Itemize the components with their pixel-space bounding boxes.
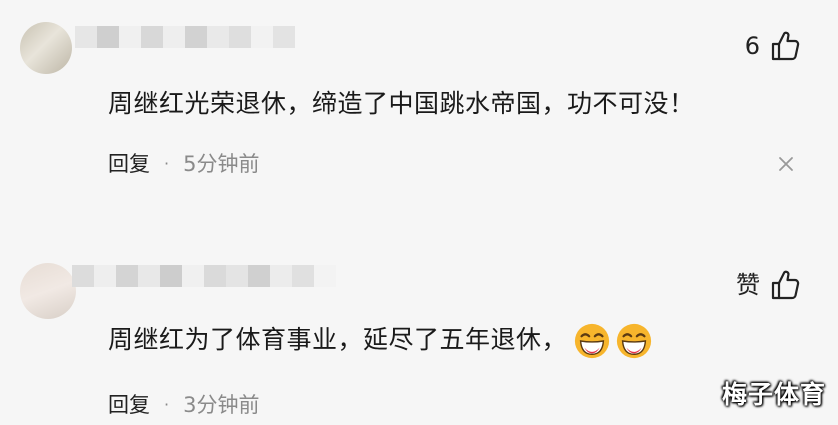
like-button[interactable]: 6: [745, 30, 800, 62]
username-blur-block: [273, 26, 295, 48]
laughing-emoji-icon: [616, 323, 652, 359]
username-blur-block: [292, 265, 314, 287]
separator-dot: ·: [164, 395, 170, 414]
username-blur-block: [248, 265, 270, 287]
username-blur-block: [314, 265, 336, 287]
comment-time: 3分钟前: [183, 393, 260, 417]
avatar[interactable]: [20, 22, 72, 74]
username-blur-block: [204, 265, 226, 287]
username-blur-block: [185, 26, 207, 48]
like-label: 赞: [736, 271, 760, 299]
username-blur-block: [270, 265, 292, 287]
avatar[interactable]: [20, 263, 76, 319]
comment-text: 周继红为了体育事业，延尽了五年退休，: [108, 322, 653, 360]
username-blur-block: [138, 265, 160, 287]
username-blur-block: [119, 26, 141, 48]
comment-text: 周继红光荣退休，缔造了中国跳水帝国，功不可没！: [108, 89, 695, 118]
username-blur-block: [75, 26, 97, 48]
username-blurred: [72, 265, 336, 287]
comment-meta: 回复 · 3分钟前: [108, 390, 259, 420]
separator-dot: ·: [164, 154, 170, 173]
username-blur-block: [94, 265, 116, 287]
like-button[interactable]: 赞: [736, 269, 800, 301]
username-blur-block: [72, 265, 94, 287]
username-blur-block: [182, 265, 204, 287]
username-blur-block: [207, 26, 229, 48]
laughing-emoji-icon: [574, 323, 610, 359]
username-blurred: [75, 26, 295, 48]
reply-button[interactable]: 回复: [108, 149, 150, 179]
like-count: 6: [744, 32, 760, 60]
comment-text-content: 周继红为了体育事业，延尽了五年退休，: [108, 325, 568, 354]
thumbs-up-icon[interactable]: [770, 269, 800, 301]
username-blur-block: [116, 265, 138, 287]
comment-time: 5分钟前: [183, 152, 260, 176]
username-blur-block: [97, 26, 119, 48]
username-blur-block: [226, 265, 248, 287]
emoji-group: [573, 322, 653, 360]
username-blur-block: [163, 26, 185, 48]
username-blur-block: [251, 26, 273, 48]
comment-list: 6 周继红光荣退休，缔造了中国跳水帝国，功不可没！ 回复 · 5分钟前 赞 周继…: [0, 0, 838, 425]
comment-item: 赞 周继红为了体育事业，延尽了五年退休， 回复 · 3分钟前: [0, 245, 838, 425]
close-icon[interactable]: [778, 156, 794, 172]
comment-meta: 回复 · 5分钟前: [108, 149, 259, 179]
reply-button[interactable]: 回复: [108, 390, 150, 420]
username-blur-block: [141, 26, 163, 48]
username-blur-block: [160, 265, 182, 287]
comment-item: 6 周继红光荣退休，缔造了中国跳水帝国，功不可没！ 回复 · 5分钟前: [0, 0, 838, 205]
watermark: 梅子体育: [721, 380, 826, 409]
username-blur-block: [229, 26, 251, 48]
thumbs-up-icon[interactable]: [770, 30, 800, 62]
